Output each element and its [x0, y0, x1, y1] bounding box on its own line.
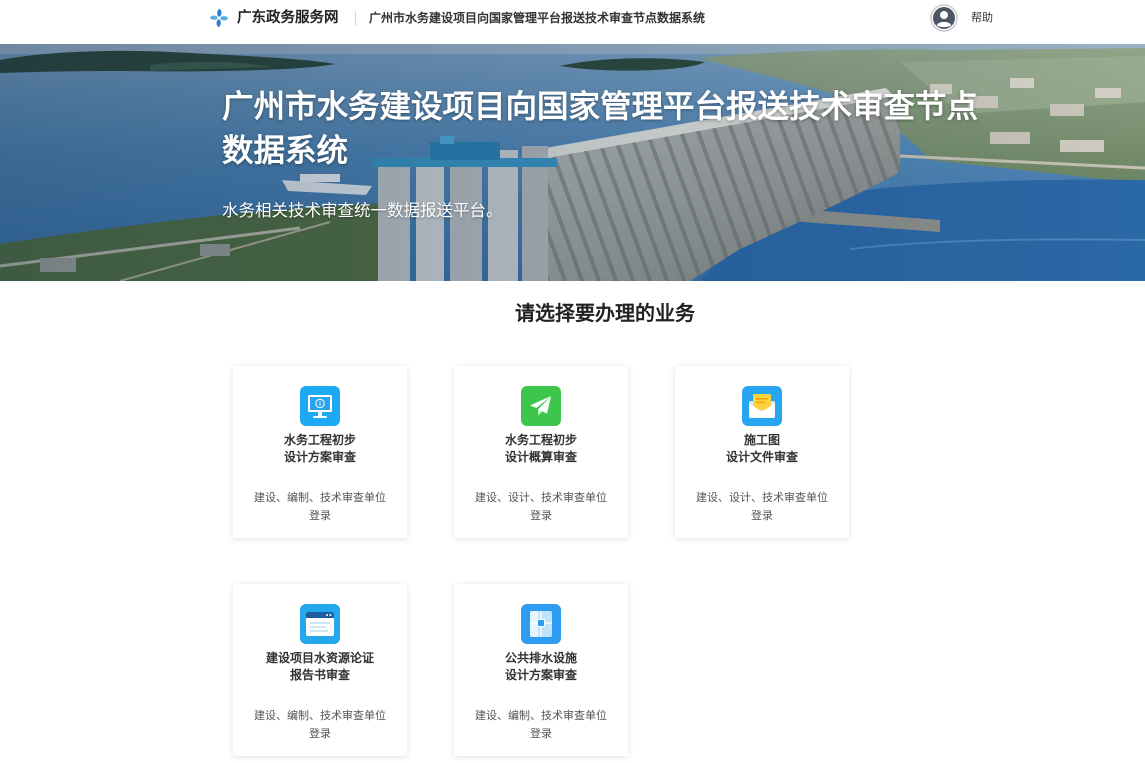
card-title-line: 报告书审查: [289, 668, 350, 682]
card-description: 建设、设计、技术审查单位登录: [475, 492, 607, 522]
hero-banner: 广州市水务建设项目向国家管理平台报送技术审查节点数据系统 水务相关技术审查统一数…: [0, 44, 1145, 281]
card-title-line: 施工图: [743, 433, 780, 447]
browser-window-icon: [300, 604, 340, 644]
monitor-icon: [300, 386, 340, 426]
card-title: 施工图 设计文件审查: [675, 432, 849, 466]
folded-map-icon: [521, 604, 561, 644]
card-title: 建设项目水资源论证 报告书审查: [233, 650, 407, 684]
card-description: 建设、编制、技术审查单位登录: [254, 710, 386, 740]
help-link[interactable]: 帮助: [971, 11, 993, 25]
card-title-line: 水务工程初步: [504, 433, 577, 447]
card-title-line: 设计概算审查: [504, 450, 577, 464]
service-card-construction-drawing-review[interactable]: 施工图 设计文件审查 建设、设计、技术审查单位登录: [675, 366, 849, 538]
service-card-preliminary-budget-review[interactable]: 水务工程初步 设计概算审查 建设、设计、技术审查单位登录: [454, 366, 628, 538]
card-title-line: 建设项目水资源论证: [265, 651, 374, 665]
card-title: 水务工程初步 设计概算审查: [454, 432, 628, 466]
site-name: 广东政务服务网: [237, 10, 339, 26]
hero-title: 广州市水务建设项目向国家管理平台报送技术审查节点数据系统: [222, 88, 979, 168]
top-header: 广东政务服务网 广州市水务建设项目向国家管理平台报送技术审查节点数据系统 帮助: [0, 0, 1145, 44]
user-avatar-icon: [930, 4, 958, 32]
service-card-public-drainage-review[interactable]: 公共排水设施 设计方案审查 建设、编制、技术审查单位登录: [454, 584, 628, 756]
card-title: 水务工程初步 设计方案审查: [233, 432, 407, 466]
card-title-line: 设计方案审查: [283, 450, 356, 464]
envelope-icon: [742, 386, 782, 426]
card-title-line: 水务工程初步: [283, 433, 356, 447]
card-title-line: 设计文件审查: [725, 450, 798, 464]
card-title-line: 公共排水设施: [504, 651, 577, 665]
service-card-preliminary-design-review[interactable]: 水务工程初步 设计方案审查 建设、编制、技术审查单位登录: [233, 366, 407, 538]
header-divider: [355, 11, 356, 26]
card-description: 建设、编制、技术审查单位登录: [475, 710, 607, 740]
pinwheel-logo-icon: [209, 8, 229, 28]
card-title: 公共排水设施 设计方案审查: [454, 650, 628, 684]
service-card-water-resource-report-review[interactable]: 建设项目水资源论证 报告书审查 建设、编制、技术审查单位登录: [233, 584, 407, 756]
paper-plane-icon: [521, 386, 561, 426]
system-name: 广州市水务建设项目向国家管理平台报送技术审查节点数据系统: [369, 11, 706, 25]
card-description: 建设、编制、技术审查单位登录: [254, 492, 386, 522]
services-heading: 请选择要办理的业务: [515, 303, 695, 325]
card-title-line: 设计方案审查: [504, 668, 577, 682]
site-logo-link[interactable]: 广东政务服务网: [209, 0, 349, 36]
card-description: 建设、设计、技术审查单位登录: [696, 492, 828, 522]
user-avatar-button[interactable]: [930, 4, 958, 32]
hero-subtitle: 水务相关技术审查统一数据报送平台。: [222, 202, 503, 220]
